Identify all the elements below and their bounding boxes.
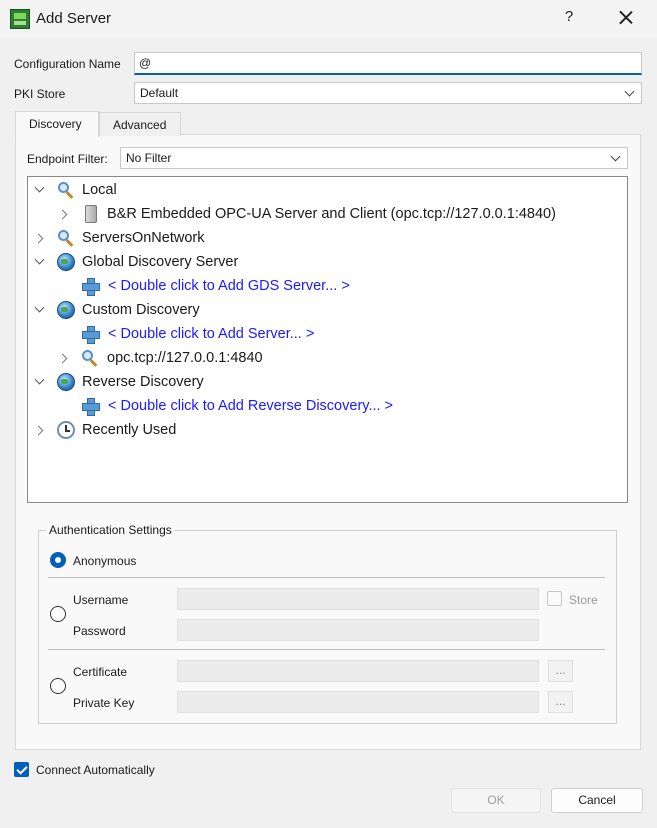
magnifier-icon bbox=[57, 229, 75, 247]
certificate-label: Certificate bbox=[73, 665, 128, 679]
tree-item-servers-on-network[interactable]: ServersOnNetwork bbox=[28, 226, 626, 250]
endpoint-filter-label: Endpoint Filter: bbox=[27, 152, 108, 166]
tree-item-reverse-discovery[interactable]: Reverse Discovery bbox=[28, 370, 626, 394]
tree-item-label: ServersOnNetwork bbox=[82, 230, 205, 246]
private-key-label: Private Key bbox=[73, 696, 135, 710]
username-password-radio[interactable] bbox=[50, 606, 66, 622]
store-checkbox[interactable] bbox=[547, 591, 562, 606]
tree-item-label: Global Discovery Server bbox=[82, 254, 239, 270]
anonymous-label: Anonymous bbox=[73, 554, 137, 568]
expand-chevron-icon[interactable] bbox=[57, 209, 68, 220]
tree-item-add-gds-server[interactable]: < Double click to Add GDS Server... > bbox=[28, 274, 626, 298]
expand-chevron-icon[interactable] bbox=[34, 182, 45, 193]
anonymous-radio[interactable] bbox=[50, 552, 66, 568]
tree-item-label: opc.tcp://127.0.0.1:4840 bbox=[107, 350, 263, 366]
server-icon bbox=[85, 205, 97, 223]
certificate-browse-button[interactable]: ... bbox=[548, 660, 573, 682]
tree-item-label: < Double click to Add Reverse Discovery.… bbox=[108, 398, 394, 414]
tree-item-label: Reverse Discovery bbox=[82, 374, 204, 390]
configuration-name-label: Configuration Name bbox=[14, 57, 121, 71]
tree-item-label: Local bbox=[82, 182, 117, 198]
tree-item-label: < Double click to Add GDS Server... > bbox=[108, 278, 350, 294]
plus-icon bbox=[81, 325, 100, 344]
tree-item-add-server[interactable]: < Double click to Add Server... > bbox=[28, 322, 626, 346]
tree-item-local[interactable]: Local bbox=[28, 178, 626, 202]
tree-item-label: < Double click to Add Server... > bbox=[108, 326, 315, 342]
expand-chevron-icon[interactable] bbox=[34, 302, 45, 313]
password-input[interactable] bbox=[177, 619, 539, 641]
separator bbox=[48, 577, 605, 578]
endpoint-filter-select[interactable]: No Filter bbox=[120, 147, 628, 169]
magnifier-icon bbox=[57, 181, 75, 199]
magnifier-icon bbox=[81, 349, 99, 367]
ok-button[interactable]: OK bbox=[451, 788, 541, 813]
tree-item-label: B&R Embedded OPC-UA Server and Client (o… bbox=[107, 206, 556, 222]
expand-chevron-icon[interactable] bbox=[34, 374, 45, 385]
certificate-radio[interactable] bbox=[50, 678, 66, 694]
clock-icon bbox=[57, 421, 75, 439]
tree-item-opc-endpoint[interactable]: opc.tcp://127.0.0.1:4840 bbox=[28, 346, 626, 370]
plus-icon bbox=[81, 397, 100, 416]
store-label: Store bbox=[569, 593, 598, 607]
endpoint-filter-value: No Filter bbox=[126, 151, 172, 165]
chevron-down-icon bbox=[624, 86, 635, 97]
tree-item-server[interactable]: B&R Embedded OPC-UA Server and Client (o… bbox=[28, 202, 626, 226]
expand-chevron-icon[interactable] bbox=[34, 254, 45, 265]
tree-item-label: Recently Used bbox=[82, 422, 177, 438]
authentication-group-title: Authentication Settings bbox=[46, 523, 175, 537]
connect-automatically-label: Connect Automatically bbox=[36, 763, 155, 777]
globe-icon bbox=[57, 301, 75, 319]
app-icon bbox=[10, 9, 30, 29]
configuration-name-input[interactable]: @ bbox=[134, 52, 642, 75]
password-label: Password bbox=[73, 624, 126, 638]
connect-automatically-checkbox[interactable] bbox=[14, 762, 29, 777]
tab-advanced[interactable]: Advanced bbox=[99, 112, 181, 136]
globe-icon bbox=[57, 253, 75, 271]
help-button[interactable]: ? bbox=[562, 8, 576, 25]
pki-store-value: Default bbox=[140, 86, 179, 100]
tree-item-custom-discovery[interactable]: Custom Discovery bbox=[28, 298, 626, 322]
pki-store-label: PKI Store bbox=[14, 87, 66, 101]
private-key-input[interactable] bbox=[177, 691, 539, 713]
server-tree[interactable]: Local B&R Embedded OPC-UA Server and Cli… bbox=[27, 176, 628, 503]
tab-discovery[interactable]: Discovery bbox=[15, 111, 99, 137]
tree-item-add-reverse-discovery[interactable]: < Double click to Add Reverse Discovery.… bbox=[28, 394, 626, 418]
tree-item-global-discovery-server[interactable]: Global Discovery Server bbox=[28, 250, 626, 274]
expand-chevron-icon[interactable] bbox=[33, 233, 44, 244]
expand-chevron-icon[interactable] bbox=[33, 425, 44, 436]
expand-chevron-icon[interactable] bbox=[57, 353, 68, 364]
separator bbox=[48, 649, 605, 650]
tree-item-label: Custom Discovery bbox=[82, 302, 200, 318]
close-button[interactable] bbox=[614, 6, 638, 30]
tree-item-recently-used[interactable]: Recently Used bbox=[28, 418, 626, 442]
plus-icon bbox=[81, 277, 100, 296]
certificate-input[interactable] bbox=[177, 660, 539, 682]
window-title: Add Server bbox=[36, 10, 112, 27]
private-key-browse-button[interactable]: ... bbox=[548, 691, 573, 713]
cancel-button[interactable]: Cancel bbox=[551, 788, 643, 813]
username-label: Username bbox=[73, 593, 129, 607]
username-input[interactable] bbox=[177, 588, 539, 610]
globe-icon bbox=[57, 373, 75, 391]
chevron-down-icon bbox=[610, 151, 621, 162]
pki-store-select[interactable]: Default bbox=[134, 82, 642, 104]
